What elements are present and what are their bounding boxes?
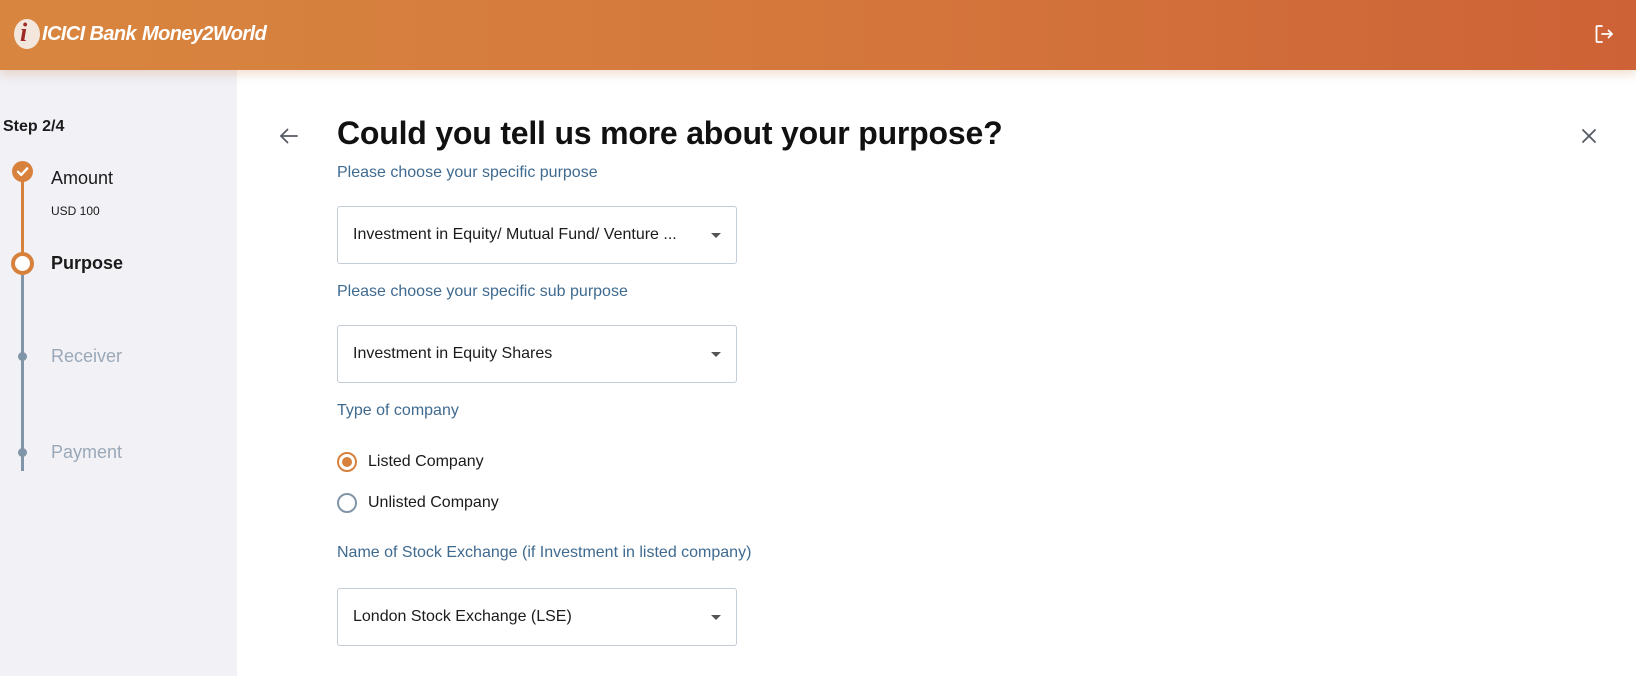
step-amount-label: Amount [51,168,114,188]
logo-bank-text: ICICI Bank [42,22,137,45]
radio-listed-company-label: Listed Company [368,453,484,470]
back-button[interactable] [277,124,301,148]
step-receiver-label: Receiver [51,346,123,366]
arrow-left-icon [280,128,298,144]
purpose-select-value: Investment in Equity/ Mutual Fund/ Ventu… [353,226,677,243]
icici-logo-icon: i [14,18,40,49]
caret-down-icon [711,352,721,357]
logout-button[interactable] [1592,22,1616,46]
close-button[interactable] [1578,125,1600,147]
progress-sidebar: Step 2/4 Amount USD 100 Purpose Receiver… [0,70,237,676]
stock-exchange-select[interactable]: London Stock Exchange (LSE) [337,588,737,646]
radio-unlisted-company-label: Unlisted Company [368,494,499,511]
progress-line-completed [21,178,24,262]
radio-checked-icon[interactable] [337,452,357,472]
stock-exchange-label: Name of Stock Exchange (if Investment in… [337,544,752,561]
sub-purpose-select[interactable]: Investment in Equity Shares [337,325,737,383]
purpose-label: Please choose your specific purpose [337,164,598,181]
purpose-select[interactable]: Investment in Equity/ Mutual Fund/ Ventu… [337,206,737,264]
step-amount-value: USD 100 [51,204,100,218]
caret-down-icon [711,615,721,620]
company-type-label: Type of company [337,402,459,419]
caret-down-icon [711,233,721,238]
step-current-icon [11,252,34,275]
step-count: Step 2/4 [3,118,65,135]
app-header: i ICICI Bank Money2World [0,0,1636,70]
step-pending-icon [18,352,27,361]
page-title: Could you tell us more about your purpos… [337,115,1003,151]
progress-line-remaining [21,275,24,471]
sub-purpose-select-value: Investment in Equity Shares [353,345,553,362]
icici-money2world-logo: i ICICI Bank Money2World [14,17,267,51]
sub-purpose-label: Please choose your specific sub purpose [337,283,628,300]
checkmark-icon [16,167,29,177]
step-payment-label: Payment [51,442,123,462]
step-purpose-label: Purpose [51,253,124,273]
radio-unchecked-icon[interactable] [337,493,357,513]
close-icon [1582,129,1596,143]
step-pending-icon [18,448,27,457]
purpose-form: Could you tell us more about your purpos… [237,70,1636,676]
logo-product-text: Money2World [142,22,267,45]
radio-unlisted-company[interactable]: Unlisted Company [337,493,499,513]
stock-exchange-select-value: London Stock Exchange (LSE) [353,608,572,625]
step-complete-icon [12,161,33,182]
radio-listed-company[interactable]: Listed Company [337,452,484,472]
logout-icon [1595,25,1613,43]
